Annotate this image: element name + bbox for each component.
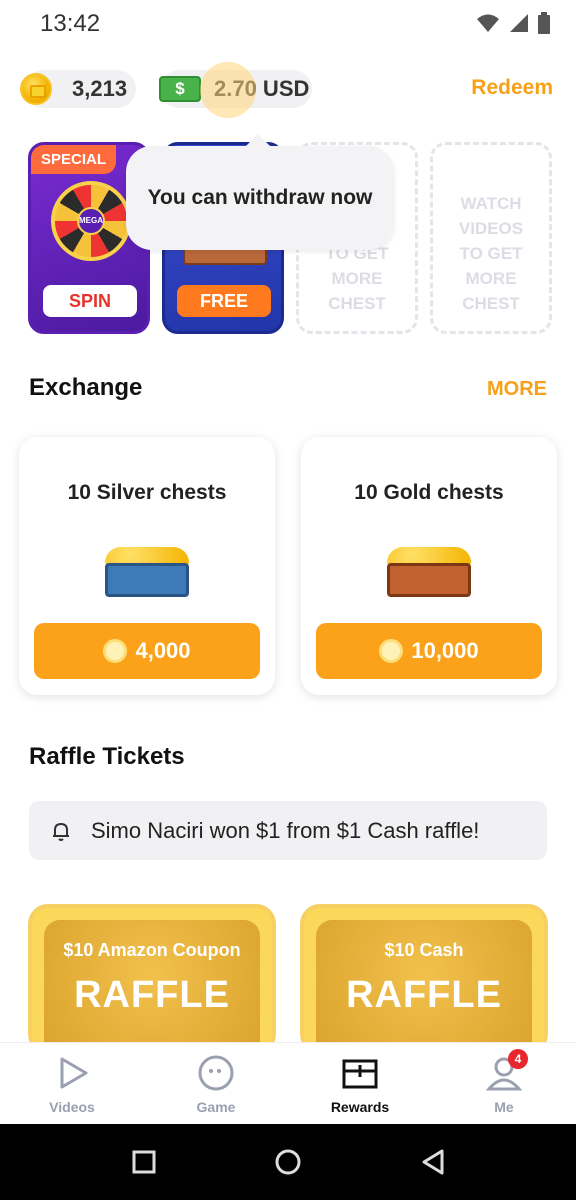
home-icon[interactable] [274, 1148, 302, 1176]
spin-button[interactable]: SPIN [43, 285, 137, 317]
withdraw-tooltip[interactable]: You can withdraw now [126, 134, 394, 250]
raffle-card-cash[interactable]: $10 Cash RAFFLE [300, 904, 548, 1054]
wifi-icon [477, 14, 499, 32]
buy-gold-button[interactable]: 10,000 [316, 623, 542, 679]
wheel-hub-label: MEGA [77, 207, 105, 235]
tab-label: Videos [49, 1099, 95, 1115]
bottom-tab-bar: Videos Game Rewards 4 Me [0, 1042, 576, 1124]
raffle-notice: Simo Naciri won $1 from $1 Cash raffle! [29, 801, 547, 860]
raffle-title: Raffle Tickets [29, 743, 185, 770]
back-icon[interactable] [420, 1148, 446, 1176]
tab-label: Rewards [330, 1099, 390, 1115]
tooltip-message: You can withdraw now [147, 186, 373, 209]
coin-icon [379, 639, 404, 663]
raffle-prize: $10 Amazon Coupon [63, 940, 241, 960]
exchange-card-gold[interactable]: 10 Gold chests 10,000 [301, 437, 557, 695]
coin-balance[interactable]: 3,213 [20, 70, 136, 108]
cash-icon: $ [159, 76, 201, 102]
coin-icon [103, 639, 128, 663]
battery-icon [538, 12, 550, 34]
price-label: 4,000 [135, 638, 191, 663]
play-icon [60, 1057, 88, 1089]
mega-spin-wheel-icon: MEGA [51, 181, 131, 261]
free-button[interactable]: FREE [177, 285, 271, 317]
status-bar: 13:42 [0, 0, 576, 50]
empty-chest-slot[interactable]: WATCH VIDEOS TO GET MORE CHEST [430, 142, 552, 334]
game-icon [198, 1055, 234, 1091]
clock: 13:42 [40, 10, 101, 37]
tab-rewards[interactable]: Rewards [300, 1053, 420, 1123]
buy-silver-button[interactable]: 4,000 [34, 623, 260, 679]
more-button[interactable]: MORE [487, 378, 547, 401]
tab-label: Game [196, 1099, 236, 1115]
raffle-label: RAFFLE [74, 974, 230, 1016]
tab-label: Me [494, 1099, 514, 1115]
gold-chest-icon [387, 533, 471, 599]
signal-icon [510, 14, 528, 32]
price-label: 10,000 [411, 638, 479, 663]
recents-icon[interactable] [132, 1150, 156, 1174]
bell-icon [53, 822, 69, 841]
empty-slot-text: WATCH VIDEOS TO GET MORE CHEST [458, 194, 524, 313]
tab-me[interactable]: 4 Me [444, 1049, 564, 1123]
exchange-item-name: 10 Gold chests [354, 481, 504, 504]
tab-game[interactable]: Game [156, 1053, 276, 1123]
exchange-card-silver[interactable]: 10 Silver chests 4,000 [19, 437, 275, 695]
status-icons [476, 12, 550, 34]
redeem-button[interactable]: Redeem [471, 76, 553, 100]
tab-videos[interactable]: Videos [12, 1053, 132, 1123]
raffle-label: RAFFLE [346, 974, 502, 1016]
coin-icon [20, 73, 52, 105]
notice-text: Simo Naciri won $1 from $1 Cash raffle! [91, 818, 480, 843]
exchange-item-name: 10 Silver chests [67, 481, 227, 504]
coin-balance-value: 3,213 [72, 76, 128, 101]
exchange-title: Exchange [29, 374, 143, 401]
raffle-card-amazon[interactable]: $10 Amazon Coupon RAFFLE [28, 904, 276, 1054]
raffle-prize: $10 Cash [384, 940, 464, 960]
notification-badge: 4 [508, 1049, 528, 1069]
balance-header: 3,213 $ 2.70 USD Redeem [20, 70, 556, 110]
system-nav-bar [0, 1124, 576, 1200]
tap-highlight [200, 62, 256, 118]
silver-chest-icon [105, 533, 189, 599]
rewards-icon [342, 1059, 378, 1089]
special-tag: SPECIAL [31, 145, 117, 174]
